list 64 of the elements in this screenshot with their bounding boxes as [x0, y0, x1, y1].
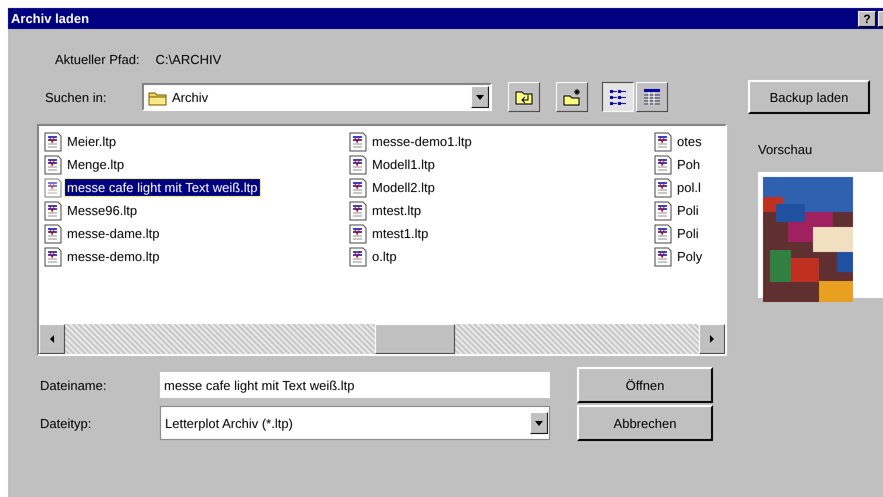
file-name-field[interactable]: messe cafe light mit Text weiß.ltp	[160, 372, 550, 398]
document-icon	[349, 132, 367, 152]
dropdown-arrow-icon	[475, 94, 485, 100]
preview-label: Vorschau	[758, 142, 814, 157]
backup-button[interactable]: Backup laden	[748, 80, 870, 114]
list-view-icon	[608, 87, 628, 107]
path-label: Aktueller Pfad:	[55, 52, 140, 66]
file-item[interactable]: mtest1.ltp	[370, 225, 430, 242]
document-icon	[654, 132, 672, 152]
file-item[interactable]: messe-dame.ltp	[65, 225, 162, 242]
file-item[interactable]: messe cafe light mit Text weiß.ltp	[65, 179, 260, 196]
scroll-left-button[interactable]	[39, 324, 65, 354]
document-icon	[654, 246, 672, 266]
file-item[interactable]: Modell1.ltp	[370, 156, 437, 173]
file-item[interactable]: mtest.ltp	[370, 202, 424, 219]
help-button[interactable]: ?	[858, 10, 876, 26]
file-item[interactable]: pol.l	[675, 179, 703, 196]
document-icon	[654, 178, 672, 198]
file-item[interactable]: Menge.ltp	[65, 156, 126, 173]
window-title: Archiv laden	[11, 11, 90, 26]
file-item[interactable]: Modell2.ltp	[370, 179, 437, 196]
cancel-button[interactable]: Abbrechen	[577, 405, 713, 441]
document-icon	[654, 154, 672, 174]
document-icon	[654, 200, 672, 220]
document-icon	[349, 178, 367, 198]
file-item[interactable]: Poli	[675, 202, 701, 219]
file-item[interactable]: messe-demo1.ltp	[370, 133, 474, 150]
file-type-dropdown[interactable]: Letterplot Archiv (*.ltp)	[160, 406, 550, 440]
toolbar-button[interactable]	[602, 82, 634, 112]
left-arrow-icon	[49, 334, 55, 344]
look-in-label: Suchen in:	[44, 90, 108, 104]
file-item[interactable]: Poh	[675, 156, 702, 173]
right-arrow-icon	[709, 334, 715, 344]
file-type-label: Dateityp:	[40, 416, 92, 430]
dropdown-arrow-icon	[534, 420, 544, 426]
file-item[interactable]: Poli	[675, 225, 701, 242]
file-item[interactable]: Messe96.ltp	[65, 202, 140, 219]
document-icon	[44, 246, 62, 266]
file-item[interactable]: Meier.ltp	[65, 133, 118, 150]
file-item[interactable]: Poly	[675, 248, 704, 265]
document-icon	[349, 246, 367, 266]
open-button[interactable]: Öffnen	[577, 367, 713, 403]
file-list[interactable]: Meier.ltp Menge.ltp messe cafe light mit Text weiß.ltp Messe96.ltp messe-dame.ltp messe-demo.ltp messe-demo1.ltp Modell1.ltp Modell2.ltp mtest.ltp mtest1.ltp o.ltp otes Poh pol.l Poli Poli Poly	[37, 124, 727, 356]
document-icon	[349, 224, 367, 244]
scroll-right-button[interactable]	[699, 324, 725, 354]
file-item[interactable]: messe-demo.ltp	[65, 248, 162, 265]
file-name-label: Dateiname:	[40, 378, 108, 392]
document-icon	[654, 224, 672, 244]
scrollbar-thumb[interactable]	[375, 324, 455, 354]
new-folder-icon	[562, 87, 582, 107]
file-item[interactable]: o.ltp	[370, 248, 399, 265]
document-icon	[44, 178, 62, 198]
document-icon	[349, 200, 367, 220]
document-icon	[44, 200, 62, 220]
document-icon	[44, 154, 62, 174]
document-icon	[44, 132, 62, 152]
horizontal-scrollbar[interactable]	[39, 324, 725, 354]
path-value: C:\ARCHIV	[156, 52, 222, 66]
file-item[interactable]: otes	[675, 133, 704, 150]
document-icon	[349, 154, 367, 174]
look-in-dropdown[interactable]: Archiv	[142, 83, 492, 111]
folder-name: Archiv	[172, 90, 208, 104]
details-view-icon	[642, 87, 662, 107]
document-icon	[44, 224, 62, 244]
